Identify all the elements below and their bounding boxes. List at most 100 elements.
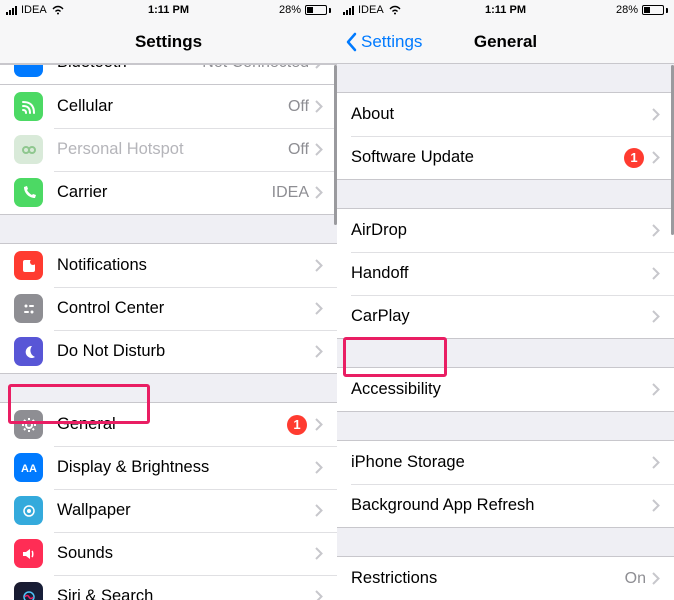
row-label: Restrictions [351, 569, 625, 588]
svg-text:AA: AA [21, 463, 37, 475]
chevron-right-icon [652, 224, 660, 237]
row-label: Handoff [351, 264, 652, 283]
status-bar: IDEA 1:11 PM 28% [0, 0, 337, 20]
bluetooth-icon [14, 64, 43, 77]
row-about[interactable]: About [337, 93, 674, 136]
badge: 1 [287, 415, 307, 435]
row-control-center[interactable]: Control Center [0, 287, 337, 330]
row-restrictions[interactable]: Restrictions On [337, 557, 674, 600]
row-value: On [625, 570, 646, 588]
battery-icon [642, 5, 668, 15]
gear-icon [14, 410, 43, 439]
chevron-right-icon [652, 108, 660, 121]
page-title: Settings [135, 32, 202, 52]
row-value: Not Connected [202, 64, 309, 72]
row-value: IDEA [272, 184, 309, 202]
row-label: Background App Refresh [351, 496, 652, 515]
chevron-right-icon [315, 504, 323, 517]
row-software-update[interactable]: Software Update 1 [337, 136, 674, 179]
row-value: Off [288, 98, 309, 116]
row-bluetooth[interactable]: Bluetooth Not Connected [0, 64, 337, 84]
carrier-label: IDEA [21, 4, 47, 16]
row-accessibility[interactable]: Accessibility [337, 368, 674, 411]
display-icon: AA [14, 453, 43, 482]
chevron-right-icon [652, 267, 660, 280]
page-title: General [474, 32, 537, 52]
wifi-icon [388, 5, 402, 15]
nav-bar: Settings General [337, 20, 674, 64]
chevron-right-icon [315, 461, 323, 474]
row-label: Control Center [57, 299, 315, 318]
row-label: Bluetooth [57, 64, 202, 72]
back-button[interactable]: Settings [345, 20, 422, 63]
row-label: Display & Brightness [57, 458, 315, 477]
wallpaper-icon [14, 496, 43, 525]
badge: 1 [624, 148, 644, 168]
row-background-refresh[interactable]: Background App Refresh [337, 484, 674, 527]
hotspot-icon [14, 135, 43, 164]
battery-icon [305, 5, 331, 15]
row-label: General [57, 415, 287, 434]
row-wallpaper[interactable]: Wallpaper [0, 489, 337, 532]
control-center-icon [14, 294, 43, 323]
row-do-not-disturb[interactable]: Do Not Disturb [0, 330, 337, 373]
row-general[interactable]: General 1 [0, 403, 337, 446]
row-handoff[interactable]: Handoff [337, 252, 674, 295]
moon-icon [14, 337, 43, 366]
sounds-icon [14, 539, 43, 568]
phone-icon [14, 178, 43, 207]
notifications-icon [14, 251, 43, 280]
carrier-label: IDEA [358, 4, 384, 16]
row-label: Notifications [57, 256, 315, 275]
chevron-right-icon [652, 151, 660, 164]
battery-percent: 28% [279, 4, 301, 16]
chevron-right-icon [652, 456, 660, 469]
chevron-right-icon [315, 302, 323, 315]
chevron-right-icon [315, 186, 323, 199]
row-label: Sounds [57, 544, 315, 563]
row-cellular[interactable]: Cellular Off [0, 85, 337, 128]
nav-bar: Settings [0, 20, 337, 64]
row-label: Cellular [57, 97, 288, 116]
chevron-right-icon [315, 64, 323, 69]
wifi-icon [51, 5, 65, 15]
row-label: Accessibility [351, 380, 652, 399]
row-label: CarPlay [351, 307, 652, 326]
row-label: AirDrop [351, 221, 652, 240]
status-bar: IDEA 1:11 PM 28% [337, 0, 674, 20]
row-storage[interactable]: iPhone Storage [337, 441, 674, 484]
row-carplay[interactable]: CarPlay [337, 295, 674, 338]
row-notifications[interactable]: Notifications [0, 244, 337, 287]
status-time: 1:11 PM [148, 4, 189, 16]
chevron-right-icon [652, 310, 660, 323]
chevron-left-icon [345, 32, 357, 52]
row-label: iPhone Storage [351, 453, 652, 472]
row-label: About [351, 105, 652, 124]
chevron-right-icon [315, 547, 323, 560]
row-label: Siri & Search [57, 587, 315, 600]
chevron-right-icon [315, 143, 323, 156]
status-time: 1:11 PM [485, 4, 526, 16]
row-label: Software Update [351, 148, 624, 167]
chevron-right-icon [315, 100, 323, 113]
chevron-right-icon [652, 383, 660, 396]
row-display[interactable]: AA Display & Brightness [0, 446, 337, 489]
general-list: About Software Update 1 AirDrop Handoff [337, 64, 674, 600]
chevron-right-icon [315, 259, 323, 272]
back-label: Settings [361, 32, 422, 52]
signal-icon [6, 6, 17, 15]
row-carrier[interactable]: Carrier IDEA [0, 171, 337, 214]
chevron-right-icon [652, 572, 660, 585]
chevron-right-icon [652, 499, 660, 512]
general-screen: IDEA 1:11 PM 28% Settings General About [337, 0, 674, 600]
row-hotspot: Personal Hotspot Off [0, 128, 337, 171]
row-label: Do Not Disturb [57, 342, 315, 361]
row-label: Carrier [57, 183, 272, 202]
row-airdrop[interactable]: AirDrop [337, 209, 674, 252]
battery-percent: 28% [616, 4, 638, 16]
row-siri[interactable]: Siri & Search [0, 575, 337, 600]
siri-icon [14, 582, 43, 600]
row-sounds[interactable]: Sounds [0, 532, 337, 575]
signal-icon [343, 6, 354, 15]
cellular-icon [14, 92, 43, 121]
